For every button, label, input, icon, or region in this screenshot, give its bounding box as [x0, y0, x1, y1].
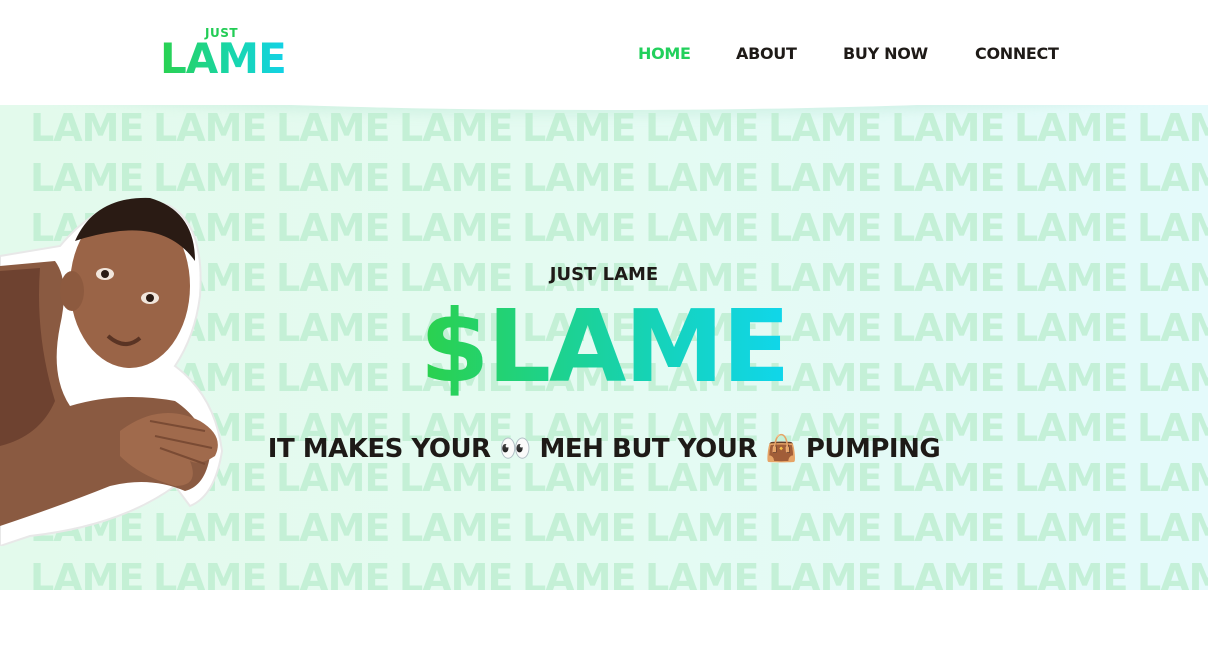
pattern-tile: LAME: [1137, 206, 1208, 250]
nav-buy-now-link[interactable]: BUY NOW: [843, 44, 928, 63]
pattern-tile: LAME: [522, 506, 636, 550]
ticker-text: $LAME: [419, 288, 791, 405]
pattern-tile: LAME: [645, 106, 759, 150]
pattern-tile: LAME: [1137, 156, 1208, 200]
pattern-tile: LAME: [522, 106, 636, 150]
pattern-tile: LAME: [1014, 106, 1128, 150]
pattern-tile: LAME: [276, 206, 390, 250]
pattern-tile: LAME: [522, 556, 636, 590]
hero-tagline: IT MAKES YOUR 👀 MEH BUT YOUR 👜 PUMPING: [267, 434, 941, 464]
pattern-tile: LAME: [522, 156, 636, 200]
main-nav: HOME ABOUT BUY NOW CONNECT: [0, 44, 1208, 66]
hero-kicker: JUST LAME: [549, 264, 659, 285]
pattern-tile: LAME: [399, 556, 513, 590]
pattern-tile: LAME: [891, 206, 1005, 250]
pattern-tile: LAME: [768, 206, 882, 250]
nav-about-link[interactable]: ABOUT: [736, 44, 797, 63]
pattern-tile: LAME: [399, 156, 513, 200]
pattern-tile: LAME: [891, 506, 1005, 550]
pattern-tile: LAME: [1014, 206, 1128, 250]
pattern-tile: LAME: [276, 156, 390, 200]
pattern-tile: LAME: [30, 106, 144, 150]
pattern-tile: LAME: [768, 556, 882, 590]
pattern-tile: LAME: [399, 506, 513, 550]
pattern-tile: LAME: [645, 506, 759, 550]
pattern-tile: LAME: [645, 156, 759, 200]
pattern-tile: LAME: [399, 206, 513, 250]
pattern-tile: LAME: [891, 556, 1005, 590]
pattern-tile: LAME: [645, 206, 759, 250]
nav-connect-link[interactable]: CONNECT: [975, 44, 1059, 63]
pattern-tile: LAME: [276, 506, 390, 550]
nav-home-link[interactable]: HOME: [638, 44, 691, 63]
pattern-tile: LAME: [1137, 506, 1208, 550]
pattern-tile: LAME: [153, 106, 267, 150]
hero-ticker-title: $LAME: [0, 292, 1208, 402]
pattern-tile: LAME: [522, 206, 636, 250]
pattern-tile: LAME: [1014, 156, 1128, 200]
pattern-tile: LAME: [1137, 106, 1208, 150]
pattern-tile: LAME: [645, 556, 759, 590]
pattern-tile: LAME: [276, 556, 390, 590]
pattern-tile: LAME: [153, 556, 267, 590]
pattern-tile: LAME: [399, 106, 513, 150]
pattern-tile: LAME: [1137, 556, 1208, 590]
site-header: JUST LAME HOME ABOUT BUY NOW CONNECT: [0, 0, 1208, 105]
pattern-tile: LAME: [891, 156, 1005, 200]
pattern-tile: LAME: [1014, 506, 1128, 550]
pattern-tile: LAME: [768, 106, 882, 150]
pattern-tile: LAME: [891, 106, 1005, 150]
pattern-tile: LAME: [1014, 556, 1128, 590]
pattern-tile: LAME: [768, 506, 882, 550]
pattern-tile: LAME: [276, 106, 390, 150]
pattern-tile: LAME: [768, 156, 882, 200]
pattern-tile: LAME: [30, 556, 144, 590]
